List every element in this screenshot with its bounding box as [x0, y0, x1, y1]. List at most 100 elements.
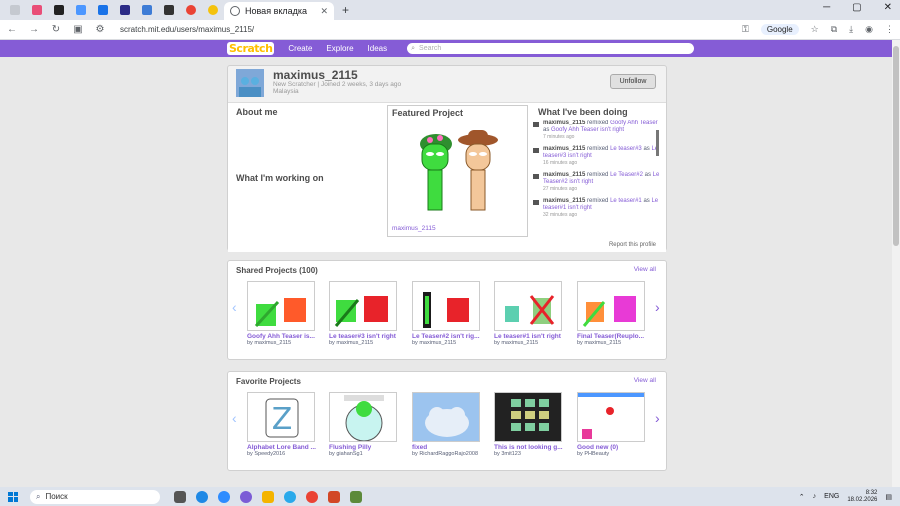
page-scrollbar-thumb[interactable]	[893, 46, 899, 246]
bookmark-star-icon[interactable]: ☆	[811, 24, 819, 35]
project-title[interactable]: Le Teaser#2 isn't rig...	[412, 333, 482, 340]
favorites-view-all-link[interactable]: View all	[634, 377, 656, 384]
back-icon[interactable]: ←	[6, 24, 18, 35]
featured-project[interactable]: Featured Project maximus_2115	[387, 105, 528, 237]
tab-favicon-2[interactable]	[48, 2, 70, 18]
project-thumbnail[interactable]	[329, 281, 397, 331]
viber-icon[interactable]	[240, 490, 252, 503]
activity-project-link[interactable]: Le Teaser#2	[610, 172, 643, 178]
project-thumbnail[interactable]	[577, 392, 645, 442]
avatar[interactable]	[236, 69, 264, 97]
activity-user[interactable]: maximus_2115	[543, 172, 585, 178]
menu-icon[interactable]: ⋮	[885, 24, 894, 35]
project-author[interactable]: by maximus_2115	[412, 340, 482, 346]
activity-user[interactable]: maximus_2115	[543, 146, 585, 152]
project-tile[interactable]: Le teaser#1 isn't right by maximus_2115	[494, 281, 564, 346]
powerpoint-icon[interactable]	[328, 490, 340, 503]
project-thumbnail[interactable]	[329, 392, 397, 442]
carousel-next-icon[interactable]: ›	[655, 299, 660, 315]
carousel-next-icon[interactable]: ›	[655, 410, 660, 426]
project-title[interactable]: Alphabet Lore Band ...	[247, 444, 317, 451]
chevron-up-icon[interactable]: ⌃	[799, 493, 805, 501]
activity-new-project-link[interactable]: Goofy Ahh Teaser isn't right	[551, 127, 624, 133]
close-window-button[interactable]: ✕	[884, 2, 892, 13]
file-explorer-icon[interactable]	[262, 490, 274, 503]
edge-icon[interactable]	[196, 490, 208, 503]
project-tile[interactable]: fixed by RichardRaggoRajo2008	[412, 392, 482, 457]
project-author[interactable]: by maximus_2115	[577, 340, 647, 346]
project-author[interactable]: by maximus_2115	[329, 340, 399, 346]
shared-view-all-link[interactable]: View all	[634, 266, 656, 273]
activity-user[interactable]: maximus_2115	[543, 120, 585, 126]
project-title[interactable]: Final Teaser(Reuplo...	[577, 333, 647, 340]
project-author[interactable]: by maximus_2115	[247, 340, 317, 346]
tab-favicon-5[interactable]	[114, 2, 136, 18]
download-icon[interactable]: ⤓	[849, 24, 853, 35]
project-tile[interactable]: Final Teaser(Reuplo... by maximus_2115	[577, 281, 647, 346]
unfollow-button[interactable]: Unfollow	[610, 74, 656, 89]
project-title[interactable]: Goofy Ahh Teaser is...	[247, 333, 317, 340]
project-thumbnail[interactable]	[577, 281, 645, 331]
featured-project-name[interactable]: maximus_2115	[392, 225, 436, 232]
tab-favicon-4[interactable]	[92, 2, 114, 18]
profile-icon[interactable]: ◉	[865, 24, 873, 35]
project-author[interactable]: by Speedy2016	[247, 451, 317, 457]
project-author[interactable]: by 3mit123	[494, 451, 564, 457]
nav-explore[interactable]: Explore	[326, 44, 353, 53]
nav-create[interactable]: Create	[288, 44, 312, 53]
windows-start-icon[interactable]	[8, 491, 18, 502]
minecraft-icon[interactable]	[350, 490, 362, 503]
project-tile[interactable]: Le Teaser#2 isn't rig... by maximus_2115	[412, 281, 482, 346]
scratch-search-input[interactable]: ⌕ Search	[407, 43, 695, 54]
project-thumbnail[interactable]	[494, 392, 562, 442]
notification-icon[interactable]: ▤	[885, 493, 892, 501]
project-tile[interactable]: This is not looking g... by 3mit123	[494, 392, 564, 457]
activity-project-link[interactable]: Le teaser#3	[610, 146, 642, 152]
tab-search-icon[interactable]: ▣	[72, 24, 84, 35]
project-title[interactable]: fixed	[412, 444, 482, 451]
taskbar-search[interactable]: ⌕ Поиск	[30, 489, 160, 504]
lang-indicator[interactable]: ENG	[824, 493, 839, 500]
project-author[interactable]: by maximus_2115	[494, 340, 564, 346]
project-title[interactable]: Good new (0)	[577, 444, 647, 451]
project-author[interactable]: by PHBeauty	[577, 451, 647, 457]
project-title[interactable]: Flushing Pilly	[329, 444, 399, 451]
tab-new-tab[interactable]: Новая вкладка ✕	[224, 2, 334, 20]
close-icon[interactable]: ✕	[320, 6, 328, 17]
project-tile[interactable]: Z Alphabet Lore Band ... by Speedy2016	[247, 392, 317, 457]
forward-icon[interactable]: →	[28, 24, 40, 35]
tab-audio-icon[interactable]	[4, 2, 26, 18]
project-thumbnail[interactable]	[247, 281, 315, 331]
project-thumbnail[interactable]: Z	[247, 392, 315, 442]
tab-favicon-8[interactable]	[202, 2, 224, 18]
new-tab-button[interactable]: +	[342, 3, 349, 17]
zoom-icon[interactable]	[218, 490, 230, 503]
tab-favicon-6[interactable]	[136, 2, 158, 18]
tab-favicon-1[interactable]	[26, 2, 48, 18]
project-tile[interactable]: Flushing Pilly by giahanSg1	[329, 392, 399, 457]
activity-project-link[interactable]: Le teaser#1	[610, 198, 642, 204]
task-view-icon[interactable]	[174, 490, 186, 503]
project-tile[interactable]: Goofy Ahh Teaser is... by maximus_2115	[247, 281, 317, 346]
tab-favicon-google[interactable]	[180, 2, 202, 18]
tab-favicon-7[interactable]	[158, 2, 180, 18]
tab-favicon-3[interactable]	[70, 2, 92, 18]
chrome-icon[interactable]	[306, 490, 318, 503]
url-field[interactable]: scratch.mit.edu/users/maximus_2115/	[120, 25, 732, 34]
clock[interactable]: 8:32 18.02.2026	[847, 490, 877, 504]
site-info-icon[interactable]: ⚙	[94, 24, 106, 35]
password-key-icon[interactable]: ⚿	[742, 24, 749, 35]
project-title[interactable]: This is not looking g...	[494, 444, 564, 451]
activity-project-link[interactable]: Goofy Ahh Teaser	[610, 120, 658, 126]
reload-icon[interactable]: ↻	[50, 24, 62, 35]
project-tile[interactable]: Le teaser#3 isn't right by maximus_2115	[329, 281, 399, 346]
extensions-icon[interactable]: ⧉	[831, 24, 837, 35]
maximize-button[interactable]: ▢	[852, 2, 861, 13]
activity-scrollbar[interactable]	[656, 124, 660, 219]
telegram-icon[interactable]	[284, 490, 296, 503]
activity-user[interactable]: maximus_2115	[543, 198, 585, 204]
project-author[interactable]: by RichardRaggoRajo2008	[412, 451, 482, 457]
project-title[interactable]: Le teaser#3 isn't right	[329, 333, 399, 340]
project-thumbnail[interactable]	[412, 392, 480, 442]
project-tile[interactable]: Good new (0) by PHBeauty	[577, 392, 647, 457]
